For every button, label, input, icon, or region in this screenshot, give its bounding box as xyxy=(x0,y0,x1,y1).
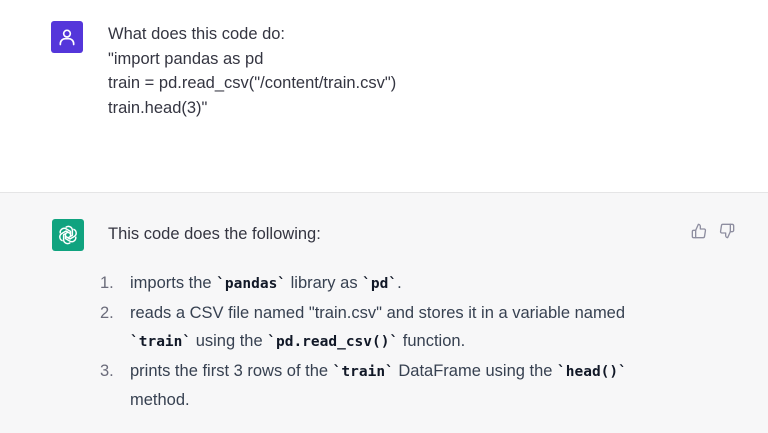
inline-code: `pd` xyxy=(362,276,398,292)
list-item-number: 1. xyxy=(100,274,114,292)
user-message-block: What does this code do: "import pandas a… xyxy=(0,0,768,193)
step-text: library as xyxy=(286,274,363,292)
list-item-number: 2. xyxy=(100,303,114,322)
inline-code: `pd.read_csv()` xyxy=(267,334,399,351)
inline-code: `train` xyxy=(130,334,192,351)
step-text: prints the first 3 rows of the xyxy=(130,361,333,380)
inline-code: `pandas` xyxy=(216,276,287,292)
step-text: DataFrame using the xyxy=(393,361,558,380)
list-item: 2. reads a CSV file named "train.csv" an… xyxy=(98,299,678,357)
assistant-message-block: This code does the following: 1. imports… xyxy=(0,193,768,433)
feedback-buttons xyxy=(690,222,736,240)
step-text: . xyxy=(397,274,402,292)
list-item: 3. prints the first 3 rows of the `train… xyxy=(98,357,678,415)
assistant-avatar xyxy=(52,219,84,251)
user-message-line: train.head(3)" xyxy=(108,98,208,117)
step-text: function. xyxy=(398,332,466,351)
assistant-intro: This code does the following: xyxy=(108,225,321,243)
list-item-number: 3. xyxy=(100,361,114,380)
thumbs-up-button[interactable] xyxy=(690,222,708,240)
inline-code: `head()` xyxy=(557,363,627,380)
openai-logo-icon xyxy=(59,225,77,245)
user-message-line: What does this code do: xyxy=(108,25,286,43)
user-icon xyxy=(59,29,75,46)
thumbs-down-icon xyxy=(719,223,735,239)
step-text: method. xyxy=(130,391,190,410)
user-message-line: "import pandas as pd xyxy=(108,49,264,68)
assistant-steps-list: 1. imports the `pandas` library as `pd`.… xyxy=(98,269,678,415)
step-text: using the xyxy=(191,332,268,351)
list-item: 1. imports the `pandas` library as `pd`. xyxy=(98,269,678,299)
step-text: imports the xyxy=(130,274,217,292)
chat-page: What does this code do: "import pandas a… xyxy=(0,0,768,433)
user-avatar xyxy=(51,21,83,53)
user-message-text: What does this code do: "import pandas a… xyxy=(108,22,708,120)
user-message-line: train = pd.read_csv("/content/train.csv"… xyxy=(108,74,397,92)
thumbs-up-icon xyxy=(691,223,707,239)
step-text: reads a CSV file named "train.csv" and s… xyxy=(130,303,626,322)
thumbs-down-button[interactable] xyxy=(718,222,736,240)
inline-code: `train` xyxy=(332,363,394,380)
